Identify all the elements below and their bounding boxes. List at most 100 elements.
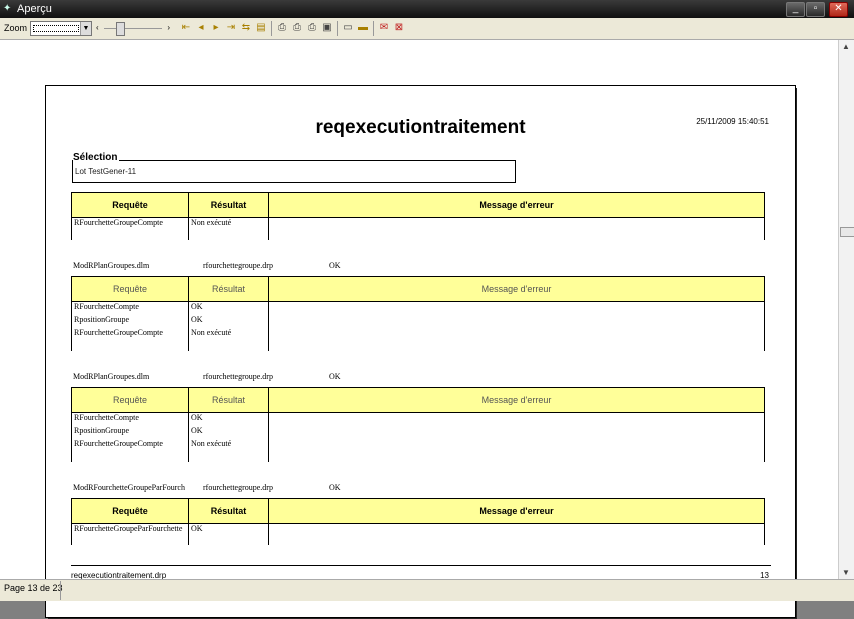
table-row: RFourchetteCompte OK	[71, 412, 765, 426]
export-icon[interactable]: ▭	[342, 22, 354, 34]
maximize-button[interactable]: ▫	[806, 2, 825, 17]
selection-value: Lot TestGener-11	[75, 167, 137, 176]
header-error: Message d'erreur	[268, 387, 765, 413]
header-result: Résultat	[188, 387, 269, 413]
scrollbar-thumb[interactable]	[840, 227, 854, 237]
table-row: RFourchetteGroupeCompte Non exécuté	[71, 217, 765, 231]
cell-result: OK	[188, 301, 269, 315]
table-header-row: Requête Résultat Message d'erreur	[71, 498, 765, 524]
goto-page-icon[interactable]: ⇆	[240, 22, 252, 34]
first-page-icon[interactable]: ⇤	[180, 22, 192, 34]
cell-error	[268, 315, 765, 328]
scroll-down-icon[interactable]: ▼	[842, 568, 850, 577]
toolbar-separator	[373, 21, 374, 36]
header-request: Requête	[71, 498, 189, 524]
close-button[interactable]: ✕	[829, 2, 848, 17]
print-setup-icon[interactable]: ⎙	[291, 22, 303, 34]
section-file-name: rfourchettegroupe.drp	[203, 372, 273, 381]
cell-request: RFourchetteGroupeCompte	[71, 439, 189, 452]
page-setup-icon[interactable]: ▤	[255, 22, 267, 34]
prev-page-icon[interactable]: ◂	[195, 22, 207, 34]
page-indicator: Page 13 de 23	[4, 583, 63, 593]
cell-result: Non exécuté	[188, 328, 269, 341]
toolbar: Zoom ▼ ‹ › ⇤ ◂ ▸ ⇥ ⇆ ▤ ⎙ ⎙ ⎙ ▣ ▭ ▬ ✉ ⊠	[0, 18, 854, 40]
cell-error	[268, 328, 765, 341]
header-result: Résultat	[188, 498, 269, 524]
header-request: Requête	[71, 276, 189, 302]
header-request: Requête	[71, 387, 189, 413]
section-status: OK	[329, 372, 341, 381]
section-module-name: ModRFourchetteGroupeParFourch	[73, 483, 185, 492]
preview-viewport[interactable]: reqexecutiontraitement 25/11/2009 15:40:…	[0, 40, 838, 619]
table-header-row: Requête Résultat Message d'erreur	[71, 387, 765, 413]
slider-left-icon[interactable]: ‹	[96, 23, 99, 32]
header-error: Message d'erreur	[268, 192, 765, 218]
cell-result: OK	[188, 426, 269, 439]
close-preview-icon[interactable]: ⊠	[393, 22, 405, 34]
selection-box: Lot TestGener-11	[72, 160, 516, 183]
cell-result: OK	[188, 523, 269, 537]
footer-divider	[71, 565, 771, 566]
zoom-select-value	[33, 25, 79, 32]
zoom-select[interactable]: ▼	[30, 21, 92, 36]
result-table: Requête Résultat Message d'erreur RFourc…	[71, 276, 765, 351]
cell-result: Non exécuté	[188, 217, 269, 231]
mail-icon[interactable]: ✉	[378, 22, 390, 34]
zoom-label: Zoom	[4, 23, 28, 33]
section-module-name: ModRPlanGroupes.dlm	[73, 372, 150, 381]
slider-track	[104, 28, 162, 29]
slider-right-icon[interactable]: ›	[167, 23, 170, 32]
toolbar-separator	[271, 21, 272, 36]
last-page-icon[interactable]: ⇥	[225, 22, 237, 34]
section-status: OK	[329, 261, 341, 270]
section-file-name: rfourchettegroupe.drp	[203, 261, 273, 270]
table-row: RpositionGroupe OK	[71, 426, 765, 439]
table-row: RFourchetteCompte OK	[71, 301, 765, 315]
status-divider	[60, 581, 61, 600]
cell-result: OK	[188, 412, 269, 426]
vertical-scrollbar[interactable]: ▲ ▼	[838, 40, 854, 579]
cell-request: RFourchetteCompte	[71, 301, 189, 315]
table-filler-row	[71, 341, 765, 351]
window-title: Aperçu	[17, 3, 52, 15]
cell-error	[268, 217, 765, 231]
toolbar-separator	[337, 21, 338, 36]
cell-result: Non exécuté	[188, 439, 269, 452]
slider-thumb[interactable]	[116, 22, 125, 36]
section-status: OK	[329, 483, 341, 492]
window-titlebar: ✦ Aperçu _ ▫ ✕	[0, 0, 854, 18]
header-result: Résultat	[188, 192, 269, 218]
preview-app-icon[interactable]: ✦	[3, 3, 14, 14]
table-header-row: Requête Résultat Message d'erreur	[71, 192, 765, 218]
cell-error	[268, 439, 765, 452]
pdf-icon[interactable]: ▣	[321, 22, 333, 34]
header-result: Résultat	[188, 276, 269, 302]
next-page-icon[interactable]: ▸	[210, 22, 222, 34]
table-filler-row	[71, 452, 765, 462]
table-filler-row	[71, 537, 765, 545]
report-datetime: 25/11/2009 15:40:51	[696, 117, 769, 126]
cell-error	[268, 301, 765, 315]
scroll-up-icon[interactable]: ▲	[842, 42, 850, 51]
save-icon[interactable]: ▬	[357, 22, 369, 34]
header-request: Requête	[71, 192, 189, 218]
chevron-down-icon[interactable]: ▼	[80, 22, 91, 35]
cell-error	[268, 523, 765, 537]
table-filler-row	[71, 231, 765, 240]
cell-error	[268, 426, 765, 439]
table-row: RFourchetteGroupeParFourchette OK	[71, 523, 765, 537]
minimize-button[interactable]: _	[786, 2, 805, 17]
zoom-slider[interactable]: ‹ ›	[96, 21, 170, 36]
cell-request: RFourchetteGroupeParFourchette	[71, 523, 189, 537]
table-header-row: Requête Résultat Message d'erreur	[71, 276, 765, 302]
status-bar: Page 13 de 23	[0, 579, 854, 601]
cell-result: OK	[188, 315, 269, 328]
report-title: reqexecutiontraitement	[315, 117, 526, 138]
cell-request: RpositionGroupe	[71, 315, 189, 328]
print-all-icon[interactable]: ⎙	[306, 22, 318, 34]
cell-request: RpositionGroupe	[71, 426, 189, 439]
result-table: Requête Résultat Message d'erreur RFourc…	[71, 192, 765, 240]
print-icon[interactable]: ⎙	[276, 22, 288, 34]
cell-request: RFourchetteGroupeCompte	[71, 328, 189, 341]
section-file-name: rfourchettegroupe.drp	[203, 483, 273, 492]
